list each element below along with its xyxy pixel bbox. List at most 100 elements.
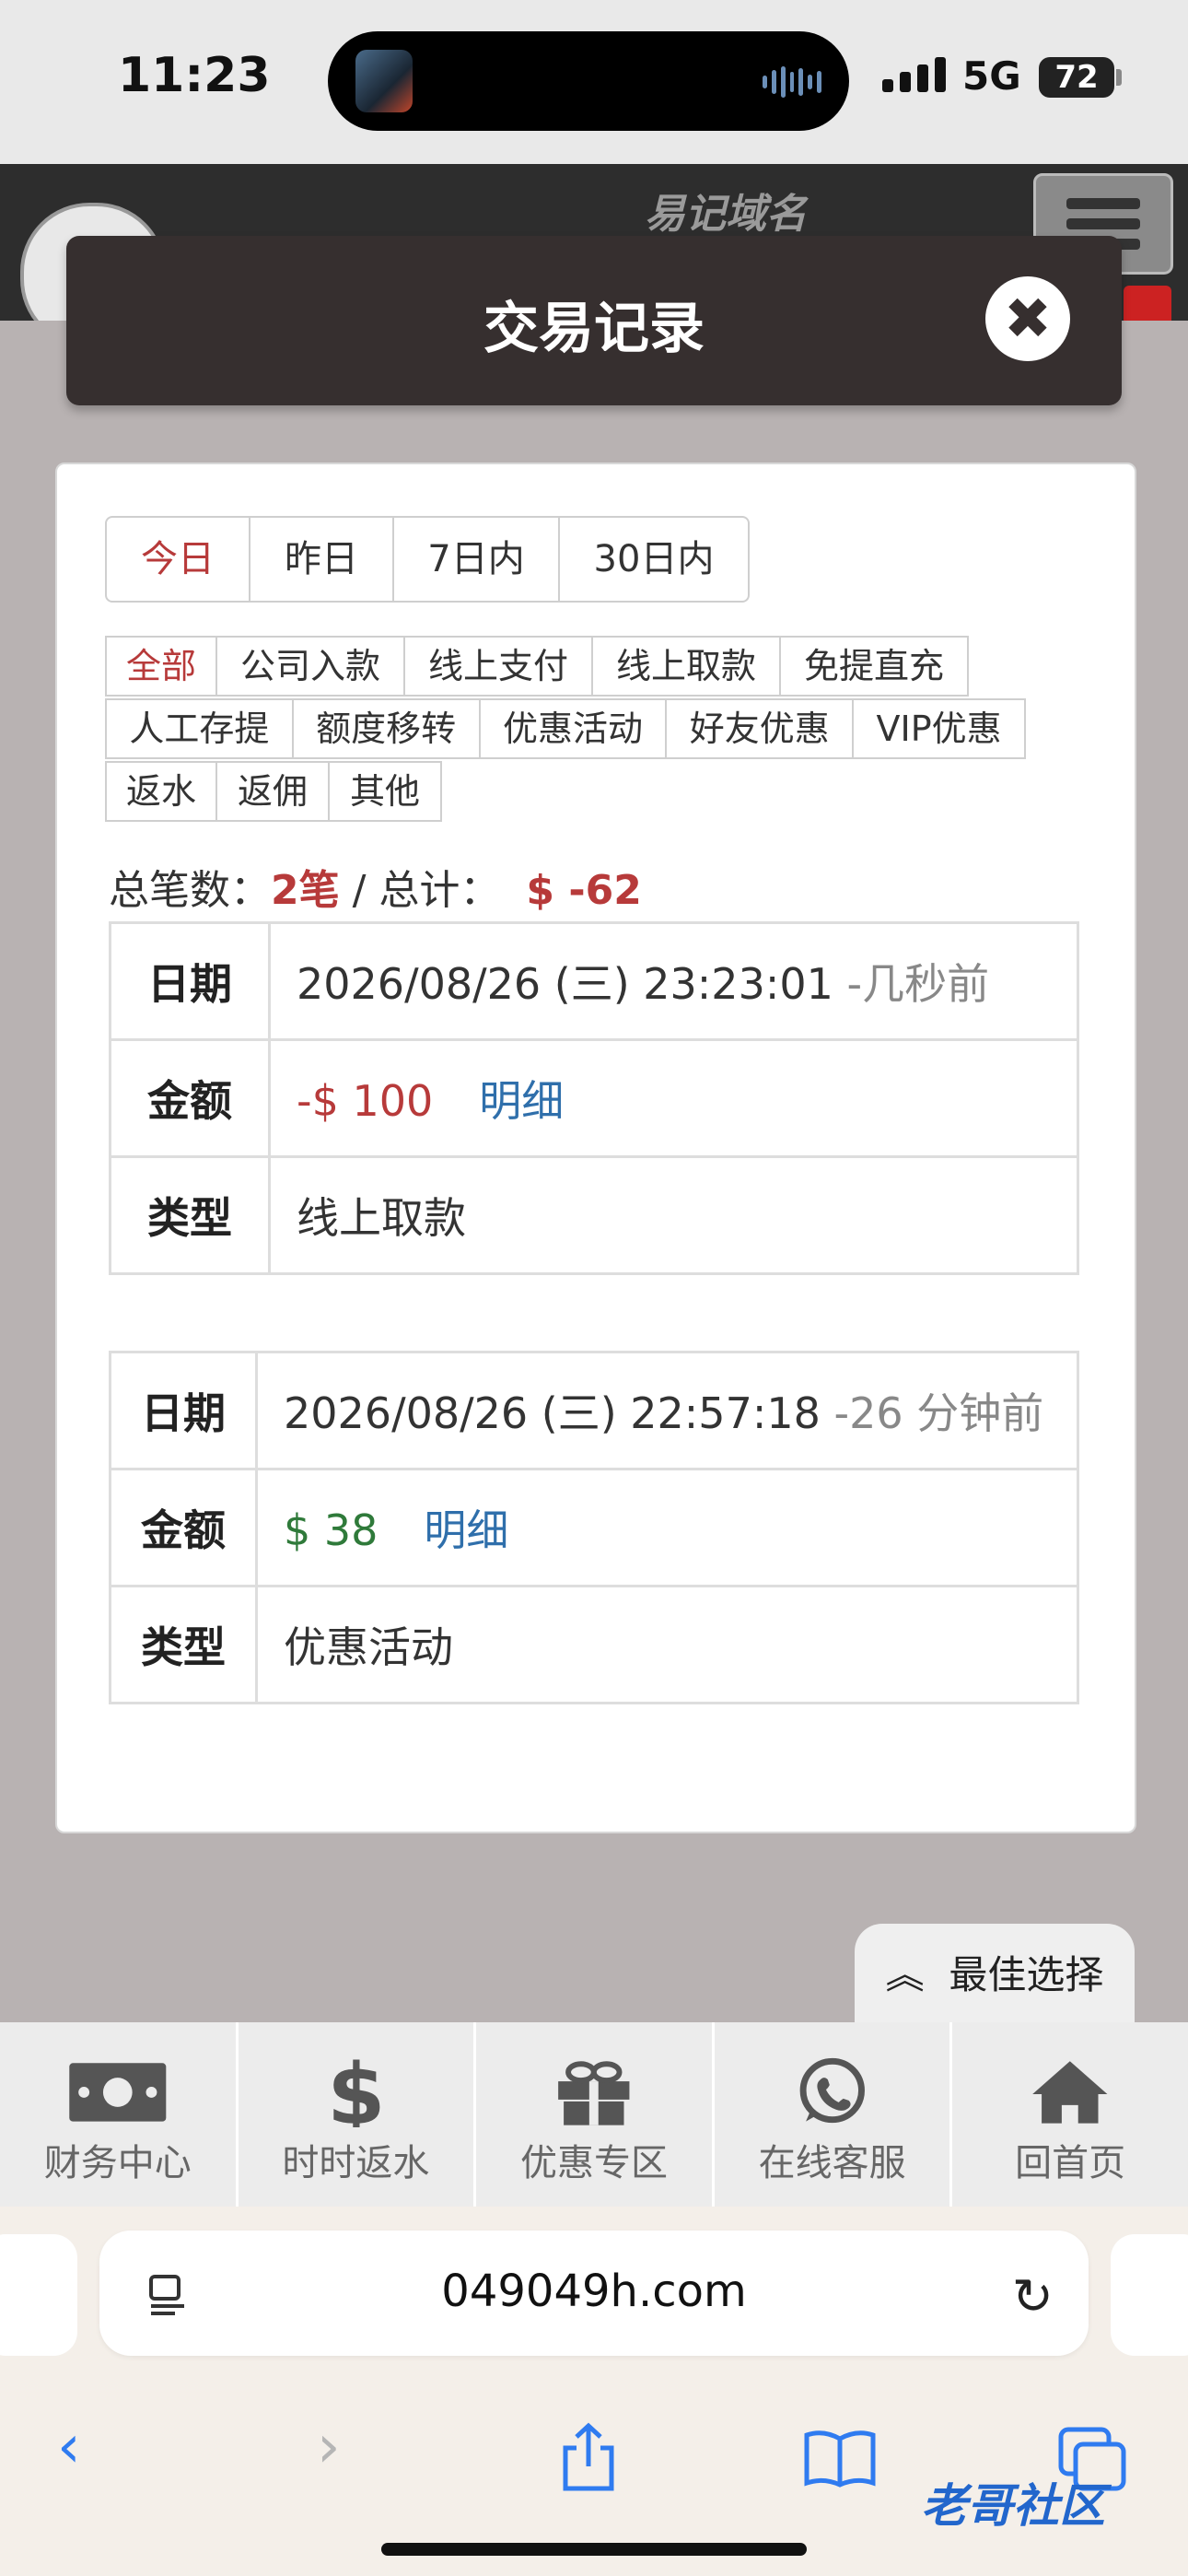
date-range-tabs: 今日 昨日 7日内 30日内 bbox=[105, 516, 750, 603]
tab-today[interactable]: 今日 bbox=[107, 518, 250, 601]
filter-row: 全部 公司入款 线上支付 线上取款 免提直充 bbox=[105, 636, 1026, 697]
record-date-row: 日期 2026/08/26 (三) 22:57:18 -26 分钟前 bbox=[109, 1351, 1079, 1470]
nav-label: 优惠专区 bbox=[519, 2142, 668, 2184]
record-date-row: 日期 2026/08/26 (三) 23:23:01 -几秒前 bbox=[109, 921, 1079, 1041]
dollar-icon: $ bbox=[327, 2054, 385, 2127]
bottom-nav: 财务中心 $ 时时返水 优惠专区 在线客服 回首页 bbox=[0, 2022, 1188, 2207]
filter-company-deposit[interactable]: 公司入款 bbox=[215, 636, 403, 697]
summary-separator: / bbox=[339, 867, 379, 914]
record-amount-row: 金额 -$ 100 明细 bbox=[109, 1038, 1079, 1158]
filter-all[interactable]: 全部 bbox=[105, 636, 215, 697]
watermark-logo: 老哥社区 bbox=[921, 2479, 1105, 2533]
nav-finance-center[interactable]: 财务中心 bbox=[0, 2022, 239, 2207]
record-table: 日期 2026/08/26 (三) 23:23:01 -几秒前 金额 -$ 10… bbox=[109, 921, 1079, 1275]
filter-row: 人工存提 额度移转 优惠活动 好友优惠 VIP优惠 bbox=[105, 698, 1026, 759]
network-type: 5G bbox=[962, 53, 1021, 99]
url-text: 049049h.com bbox=[441, 2266, 747, 2317]
filter-manual-deposit[interactable]: 人工存提 bbox=[105, 698, 292, 759]
total-label: 总计： bbox=[379, 867, 501, 914]
date-value: 2026/08/26 (三) 23:23:01 -几秒前 bbox=[268, 921, 1079, 1041]
gift-icon bbox=[558, 2061, 630, 2125]
nav-promotions[interactable]: 优惠专区 bbox=[476, 2022, 715, 2207]
back-icon[interactable]: ‹ bbox=[57, 2413, 81, 2481]
previous-tab-card[interactable] bbox=[0, 2234, 77, 2356]
reload-icon[interactable]: ↻ bbox=[1012, 2267, 1054, 2325]
address-bar[interactable]: 049049h.com ↻ bbox=[99, 2231, 1089, 2356]
relative-time: -几秒前 bbox=[846, 959, 990, 1009]
records-summary: 总笔数：2笔 / 总计： $ -62 bbox=[109, 857, 642, 916]
audio-wave-icon bbox=[763, 66, 822, 98]
count-value: 2笔 bbox=[271, 867, 340, 914]
record-amount-row: 金额 $ 38 明细 bbox=[109, 1468, 1079, 1587]
bookmarks-icon[interactable] bbox=[803, 2428, 877, 2488]
battery-tip bbox=[1116, 69, 1122, 86]
next-tab-card[interactable] bbox=[1111, 2234, 1188, 2356]
best-choice-button[interactable]: ︽ 最佳选择 bbox=[855, 1924, 1135, 2027]
amount-text: $ 38 bbox=[284, 1505, 379, 1555]
share-icon[interactable] bbox=[556, 2422, 621, 2492]
modal-header: 交易记录 bbox=[66, 236, 1122, 405]
filter-commission[interactable]: 返佣 bbox=[215, 761, 328, 822]
filter-promotions[interactable]: 优惠活动 bbox=[478, 698, 666, 759]
type-label: 类型 bbox=[109, 1585, 258, 1704]
money-icon bbox=[69, 2063, 167, 2122]
filter-rebate[interactable]: 返水 bbox=[105, 761, 215, 822]
amount-value: $ 38 明细 bbox=[255, 1468, 1079, 1587]
type-value: 线上取款 bbox=[268, 1155, 1079, 1275]
chevron-up-icon: ︽ bbox=[885, 1952, 925, 1997]
close-icon[interactable]: ✖ bbox=[985, 276, 1070, 361]
battery-icon: 72 bbox=[1039, 57, 1114, 98]
amount-label: 金额 bbox=[109, 1468, 258, 1587]
nav-rebate[interactable]: $ 时时返水 bbox=[239, 2022, 477, 2207]
filter-online-payment[interactable]: 线上支付 bbox=[403, 636, 591, 697]
forward-icon[interactable]: › bbox=[317, 2413, 341, 2481]
tab-7-days[interactable]: 7日内 bbox=[394, 518, 560, 601]
nav-label: 财务中心 bbox=[43, 2142, 192, 2184]
nav-home[interactable]: 回首页 bbox=[952, 2022, 1188, 2207]
date-text: 2026/08/26 (三) 22:57:18 bbox=[284, 1388, 821, 1438]
type-label: 类型 bbox=[109, 1155, 271, 1275]
nav-label: 回首页 bbox=[1015, 2142, 1126, 2184]
count-label: 总笔数： bbox=[109, 867, 271, 914]
amount-label: 金额 bbox=[109, 1038, 271, 1158]
home-icon bbox=[1032, 2061, 1108, 2124]
whatsapp-icon bbox=[799, 2057, 865, 2124]
detail-link[interactable]: 明细 bbox=[479, 1076, 564, 1126]
date-value: 2026/08/26 (三) 22:57:18 -26 分钟前 bbox=[255, 1351, 1079, 1470]
status-time: 11:23 bbox=[118, 48, 271, 103]
filter-row: 返水 返佣 其他 bbox=[105, 761, 1026, 822]
filter-friend-bonus[interactable]: 好友优惠 bbox=[665, 698, 853, 759]
filter-vip-bonus[interactable]: VIP优惠 bbox=[852, 698, 1026, 759]
record-table: 日期 2026/08/26 (三) 22:57:18 -26 分钟前 金额 $ … bbox=[109, 1351, 1079, 1704]
type-filter-grid: 全部 公司入款 线上支付 线上取款 免提直充 人工存提 额度移转 优惠活动 好友… bbox=[105, 636, 1026, 824]
signal-icon bbox=[882, 57, 946, 92]
total-value: $ -62 bbox=[526, 867, 642, 914]
nav-label: 时时返水 bbox=[282, 2142, 430, 2184]
media-thumbnail bbox=[355, 50, 413, 112]
home-indicator[interactable] bbox=[381, 2543, 807, 2556]
filter-online-withdrawal[interactable]: 线上取款 bbox=[591, 636, 779, 697]
best-choice-label: 最佳选择 bbox=[949, 1952, 1104, 1997]
status-bar: 11:23 5G 72 bbox=[0, 0, 1188, 164]
nav-label: 在线客服 bbox=[758, 2142, 906, 2184]
site-slogan: 易记域名 bbox=[645, 191, 807, 238]
amount-value: -$ 100 明细 bbox=[268, 1038, 1079, 1158]
date-label: 日期 bbox=[109, 1351, 258, 1470]
detail-link[interactable]: 明细 bbox=[424, 1505, 508, 1555]
record-type-row: 类型 线上取款 bbox=[109, 1155, 1079, 1275]
tab-30-days[interactable]: 30日内 bbox=[560, 518, 748, 601]
date-text: 2026/08/26 (三) 23:23:01 bbox=[297, 959, 833, 1009]
type-value: 优惠活动 bbox=[255, 1585, 1079, 1704]
amount-text: -$ 100 bbox=[297, 1076, 434, 1126]
record-type-row: 类型 优惠活动 bbox=[109, 1585, 1079, 1704]
dynamic-island[interactable] bbox=[328, 31, 849, 131]
tab-yesterday[interactable]: 昨日 bbox=[250, 518, 394, 601]
svg-text:$: $ bbox=[327, 2054, 385, 2127]
filter-other[interactable]: 其他 bbox=[328, 761, 442, 822]
relative-time: -26 分钟前 bbox=[833, 1388, 1044, 1438]
nav-customer-service[interactable]: 在线客服 bbox=[715, 2022, 953, 2207]
filter-credit-transfer[interactable]: 额度移转 bbox=[291, 698, 479, 759]
filter-direct-topup[interactable]: 免提直充 bbox=[779, 636, 969, 697]
modal-title: 交易记录 bbox=[483, 297, 705, 361]
date-label: 日期 bbox=[109, 921, 271, 1041]
